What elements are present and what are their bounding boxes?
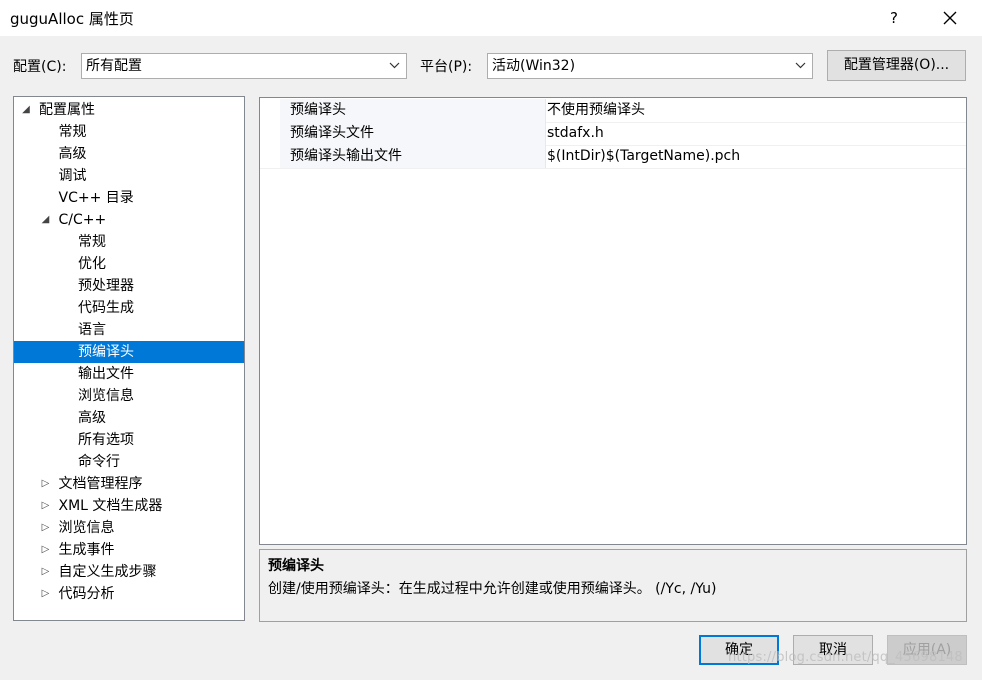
property-value[interactable]: $(IntDir)$(TargetName).pch xyxy=(547,145,740,168)
property-row-gutter xyxy=(260,145,280,168)
tree-item[interactable]: 所有选项 xyxy=(14,429,244,451)
property-value[interactable]: stdafx.h xyxy=(547,122,604,145)
tree-item-label: C/C++ xyxy=(58,212,107,228)
tree-item[interactable]: 高级 xyxy=(14,407,244,429)
tree-item[interactable]: 预处理器 xyxy=(14,275,244,297)
tree-item[interactable]: 代码生成 xyxy=(14,297,244,319)
chevron-down-icon xyxy=(389,62,400,69)
platform-select-value: 活动(Win32) xyxy=(492,58,576,74)
property-row[interactable]: 预编译头文件 stdafx.h xyxy=(260,122,966,146)
description-panel: 预编译头 创建/使用预编译头：在生成过程中允许创建或使用预编译头。 (/Yc, … xyxy=(259,549,967,622)
collapsed-triangle-icon[interactable]: ▷ xyxy=(41,583,51,605)
expanded-triangle-icon[interactable]: ◢ xyxy=(21,99,31,121)
tree-item-label: 所有选项 xyxy=(78,432,134,448)
collapsed-triangle-icon[interactable]: ▷ xyxy=(41,473,51,495)
platform-select[interactable]: 活动(Win32) xyxy=(487,53,813,79)
tree-item[interactable]: ▷ XML 文档生成器 xyxy=(14,495,244,517)
tree-item[interactable]: ▷ 代码分析 xyxy=(14,583,244,605)
collapsed-triangle-icon[interactable]: ▷ xyxy=(41,495,51,517)
tree-item[interactable]: ▷ 自定义生成步骤 xyxy=(14,561,244,583)
tree-item-label: VC++ 目录 xyxy=(58,190,134,206)
property-name: 预编译头文件 xyxy=(280,122,546,145)
config-label: 配置(C): xyxy=(13,59,67,75)
tree-item[interactable]: ◢ C/C++ xyxy=(14,209,244,231)
tree-item-label: XML 文档生成器 xyxy=(58,498,163,514)
help-button[interactable]: ? xyxy=(872,0,916,36)
tree-item[interactable]: ▷ 生成事件 xyxy=(14,539,244,561)
tree-item[interactable]: 优化 xyxy=(14,253,244,275)
tree-item[interactable]: ▷ 文档管理程序 xyxy=(14,473,244,495)
tree-item-label: 代码分析 xyxy=(58,586,115,602)
collapsed-triangle-icon[interactable]: ▷ xyxy=(41,561,51,583)
tree-item[interactable]: 语言 xyxy=(14,319,244,341)
tree-item-label: 自定义生成步骤 xyxy=(58,564,157,580)
tree-item-label: 输出文件 xyxy=(78,366,134,382)
tree-item-label: 常规 xyxy=(58,124,87,140)
tree-item[interactable]: 输出文件 xyxy=(14,363,244,385)
config-select-value: 所有配置 xyxy=(86,58,142,74)
tree-item-label: 常规 xyxy=(78,234,106,250)
expanded-triangle-icon[interactable]: ◢ xyxy=(41,209,51,231)
property-name: 预编译头 xyxy=(280,99,546,122)
collapsed-triangle-icon[interactable]: ▷ xyxy=(41,517,51,539)
tree-item-label: 预处理器 xyxy=(78,278,134,294)
property-row[interactable]: 预编译头输出文件 $(IntDir)$(TargetName).pch xyxy=(260,145,966,169)
tree-item-label: 浏览信息 xyxy=(58,520,115,536)
tree-item[interactable]: 常规 xyxy=(14,121,244,143)
property-tree[interactable]: ◢ 配置属性 常规 高级 调试 VC++ 目录 ◢ C/C++ 常规 优化 预处理器 代码生成 语言 预编… xyxy=(13,96,245,621)
config-select[interactable]: 所有配置 xyxy=(81,53,407,79)
tree-item-label: 生成事件 xyxy=(58,542,115,558)
tree-item[interactable]: 命令行 xyxy=(14,451,244,473)
tree-item-label: 优化 xyxy=(78,256,106,272)
tree-item-label: 高级 xyxy=(58,146,87,162)
platform-label: 平台(P): xyxy=(420,59,473,75)
watermark: https://blog.csdn.net/qq_45698148 xyxy=(728,650,963,665)
window-title: guguAlloc 属性页 xyxy=(10,10,134,28)
tree-item-label: 高级 xyxy=(78,410,106,426)
tree-item[interactable]: VC++ 目录 xyxy=(14,187,244,209)
tree-item-label: 配置属性 xyxy=(39,102,95,118)
configuration-manager-button[interactable]: 配置管理器(O)... xyxy=(827,50,966,81)
collapsed-triangle-icon[interactable]: ▷ xyxy=(41,539,51,561)
close-button[interactable] xyxy=(928,0,972,36)
chevron-down-icon xyxy=(795,62,806,69)
property-value[interactable]: 不使用预编译头 xyxy=(547,99,645,122)
tree-item-label: 调试 xyxy=(58,168,87,184)
property-row-gutter xyxy=(260,99,280,122)
tree-item[interactable]: 常规 xyxy=(14,231,244,253)
description-title: 预编译头 xyxy=(268,558,324,574)
tree-item-label: 预编译头 xyxy=(78,344,134,360)
property-name: 预编译头输出文件 xyxy=(280,145,546,168)
tree-item-label: 浏览信息 xyxy=(78,388,134,404)
tree-item[interactable]: 调试 xyxy=(14,165,244,187)
title-bar: guguAlloc 属性页 ? xyxy=(0,0,982,36)
tree-item[interactable]: 浏览信息 xyxy=(14,385,244,407)
property-grid[interactable]: 预编译头 不使用预编译头 预编译头文件 stdafx.h 预编译头输出文件 $(IntDi… xyxy=(259,97,967,545)
close-icon xyxy=(943,11,957,25)
property-row[interactable]: 预编译头 不使用预编译头 xyxy=(260,99,966,123)
tree-item[interactable]: 预编译头 xyxy=(14,341,244,363)
tree-item-label: 代码生成 xyxy=(78,300,134,316)
tree-item[interactable]: 高级 xyxy=(14,143,244,165)
tree-item[interactable]: ▷ 浏览信息 xyxy=(14,517,244,539)
property-row-gutter xyxy=(260,122,280,145)
description-text: 创建/使用预编译头：在生成过程中允许创建或使用预编译头。 (/Yc, /Yu) xyxy=(268,581,717,597)
tree-item-label: 文档管理程序 xyxy=(58,476,143,492)
tree-item[interactable]: ◢ 配置属性 xyxy=(14,99,244,121)
tree-item-label: 语言 xyxy=(78,322,106,338)
tree-item-label: 命令行 xyxy=(78,454,120,470)
